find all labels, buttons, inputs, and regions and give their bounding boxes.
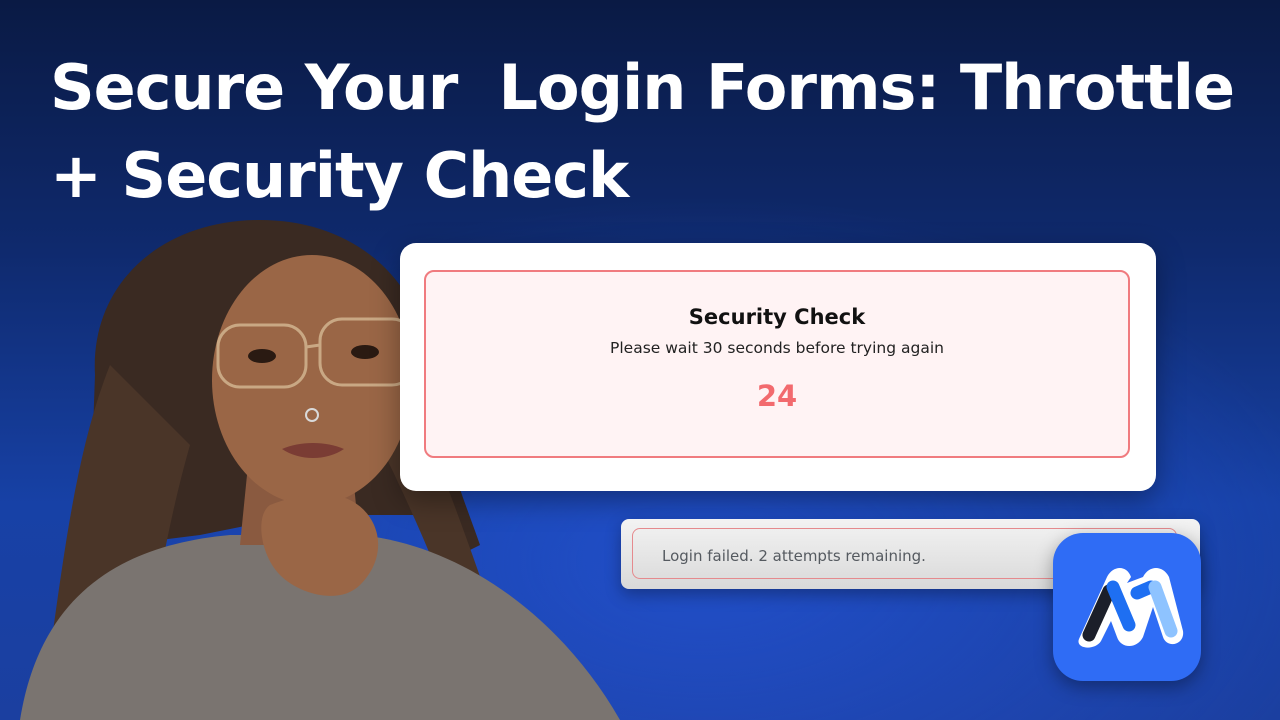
alert-message: Login failed. 2 attempts remaining.: [662, 547, 926, 565]
video-title: Secure Your Login Forms: Throttle + Secu…: [50, 44, 1235, 220]
security-check-title: Security Check: [688, 305, 866, 329]
brand-m-logo-icon: [1078, 568, 1184, 648]
security-check-card: Security Check Please wait 30 seconds be…: [400, 243, 1156, 491]
title-line-2: + Security Check: [50, 139, 629, 212]
countdown-timer: 24: [756, 379, 798, 413]
title-line-1: Secure Your Login Forms: Throttle: [50, 51, 1235, 124]
brand-logo-tile: [1053, 533, 1201, 681]
security-check-panel: Security Check Please wait 30 seconds be…: [424, 270, 1130, 458]
security-check-message: Please wait 30 seconds before trying aga…: [610, 339, 944, 357]
